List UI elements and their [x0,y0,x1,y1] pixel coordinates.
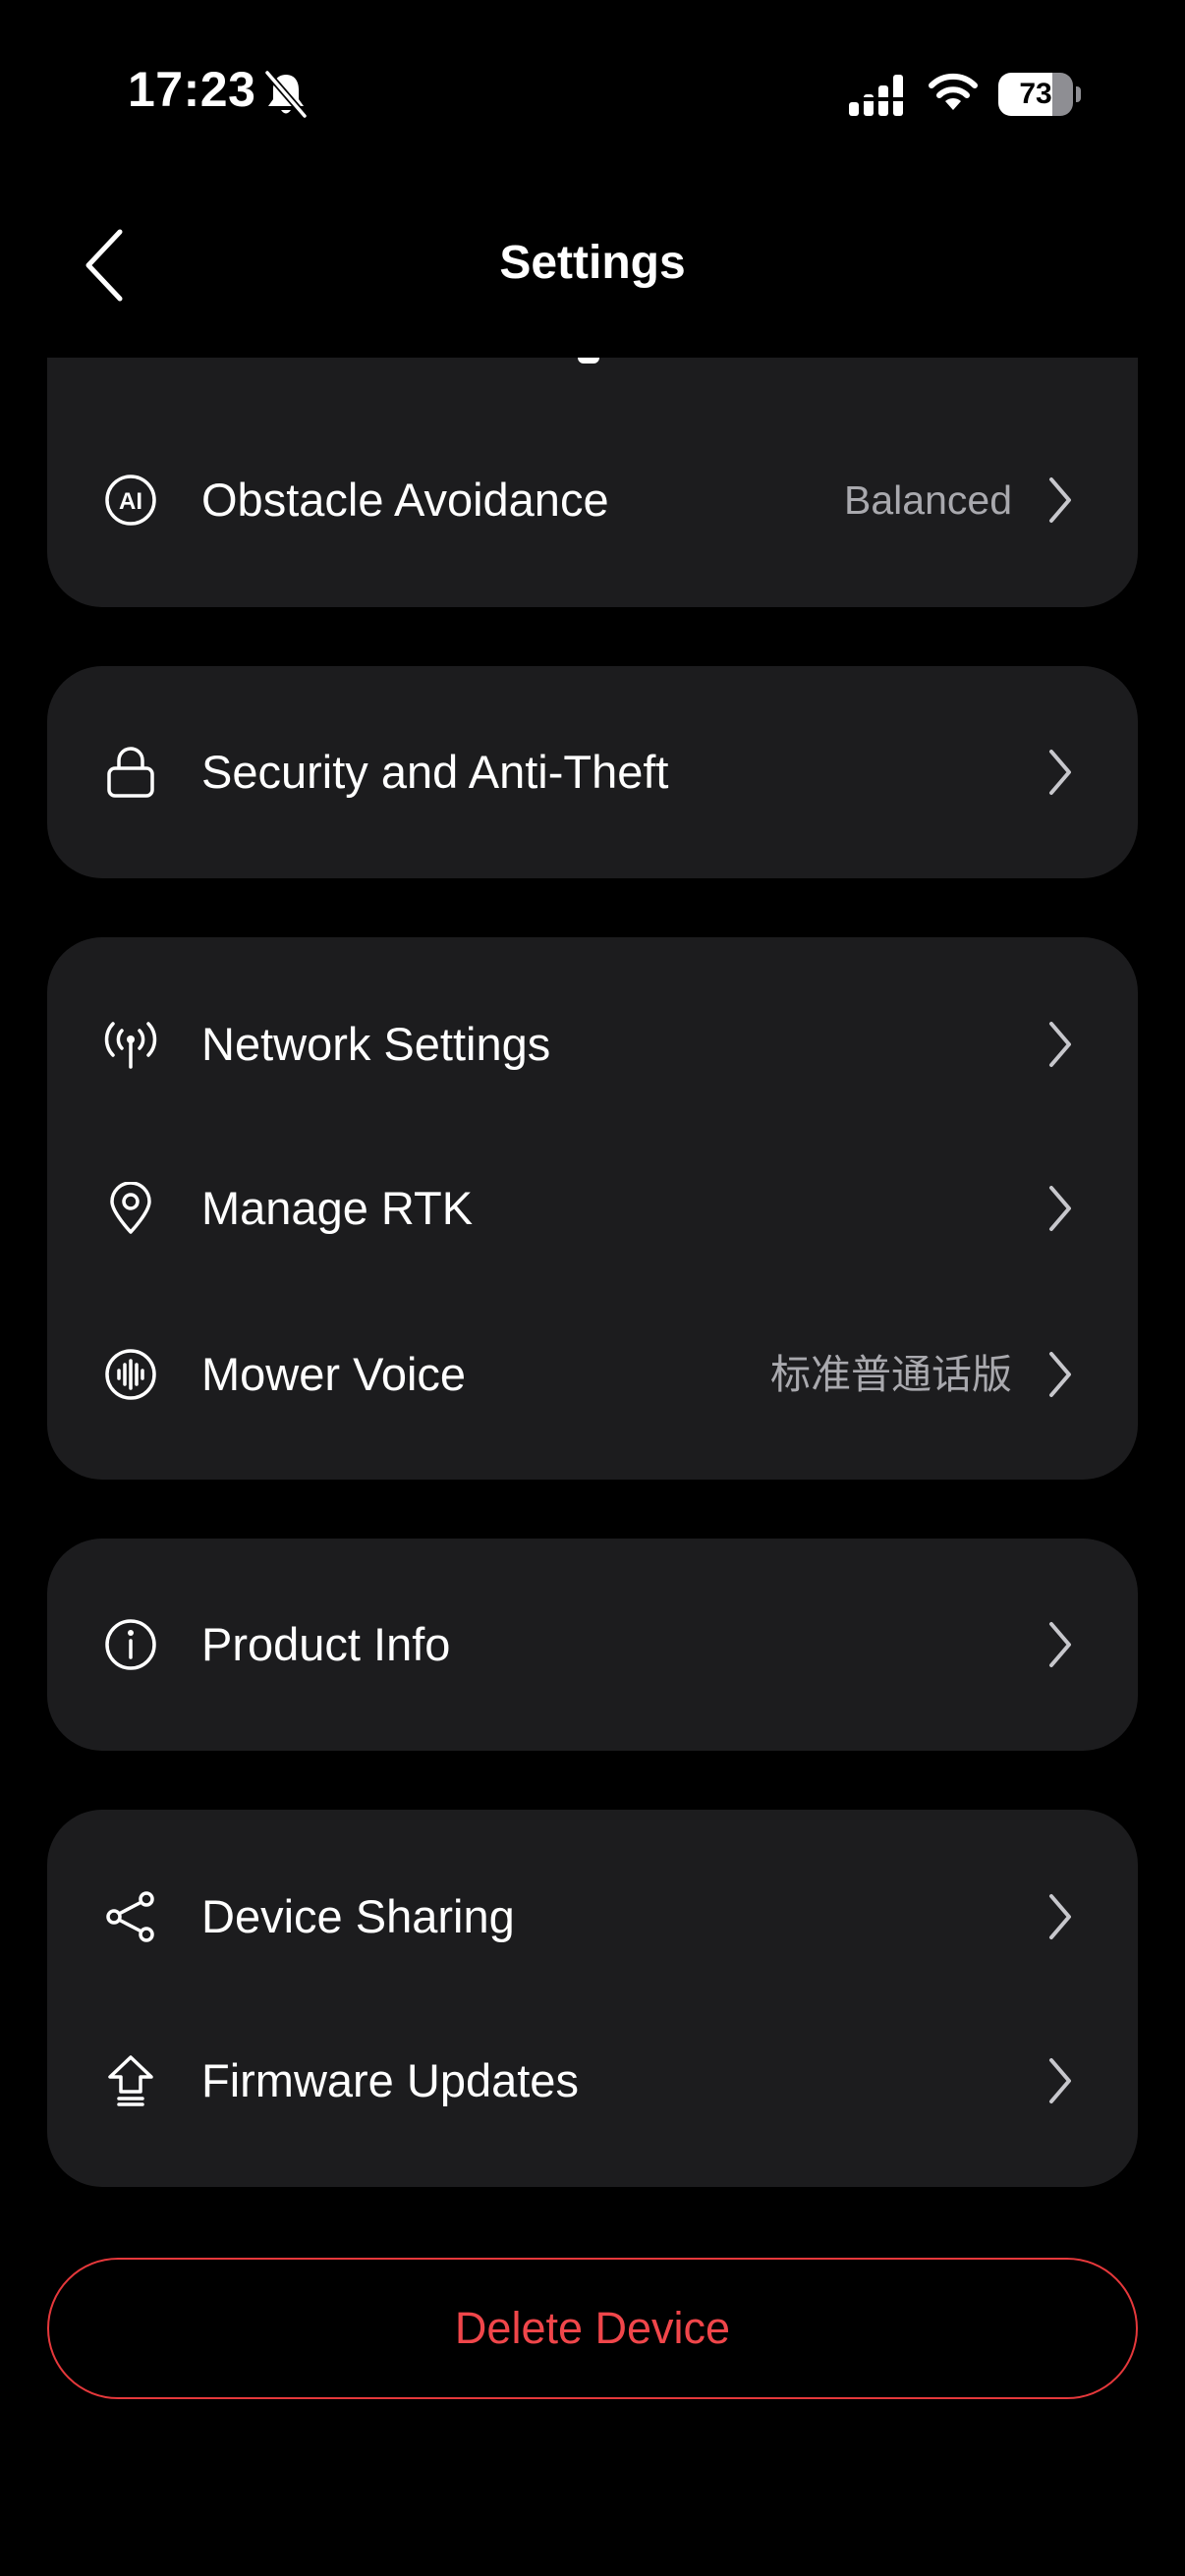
battery-nub [1076,86,1081,102]
row-label: Network Settings [201,1018,551,1070]
row-firmware-updates[interactable]: Firmware Updates [47,2007,1138,2155]
chevron-right-icon [1049,477,1071,523]
row-value: 标准普通话版 [770,1352,1012,1397]
status-time: 17:23 [128,62,256,117]
ai-icon: AI [105,475,156,526]
row-label: Mower Voice [201,1348,467,1400]
row-value: Balanced [844,477,1012,523]
card-product-info: Product Info [47,1539,1138,1751]
row-network-settings[interactable]: Network Settings [47,971,1138,1118]
row-obstacle-avoidance[interactable]: AI Obstacle Avoidance Balanced [47,426,1138,574]
antenna-icon [104,1022,157,1069]
location-pin-icon [110,1182,151,1234]
lock-icon [107,747,154,798]
chevron-right-icon [1049,1894,1071,1939]
row-label: Security and Anti-Theft [201,746,669,798]
chevron-right-icon [1049,1022,1071,1067]
row-mower-voice[interactable]: Mower Voice 标准普通话版 [47,1301,1138,1448]
row-label: Firmware Updates [201,2054,579,2106]
card-device: Device Sharing Firmware Updates [47,1810,1138,2187]
row-label: Product Info [201,1618,451,1670]
upload-arrow-icon [108,2055,153,2106]
card-ai-settings: AI Obstacle Avoidance Balanced [47,358,1138,607]
wifi-icon [929,73,978,110]
delete-device-button[interactable]: Delete Device [47,2258,1138,2399]
scrolled-partial-text [578,358,599,364]
row-label: Device Sharing [201,1890,515,1942]
info-icon [105,1619,156,1670]
row-manage-rtk[interactable]: Manage RTK [47,1135,1138,1282]
row-device-sharing[interactable]: Device Sharing [47,1843,1138,1990]
row-product-info[interactable]: Product Info [47,1571,1138,1718]
chevron-right-icon [1049,1186,1071,1231]
card-network: Network Settings Manage RTK Mower Voice … [47,937,1138,1480]
card-security: Security and Anti-Theft [47,666,1138,878]
battery-level: 73 [1019,78,1052,110]
share-icon [106,1891,154,1942]
page-title: Settings [499,237,686,289]
bell-muted-icon [264,70,308,119]
battery-body: 73 [998,73,1073,116]
chevron-right-icon [1049,2058,1071,2103]
battery-indicator: 73 [998,73,1081,116]
row-security-anti-theft[interactable]: Security and Anti-Theft [47,699,1138,846]
cellular-signal-icon [849,75,903,116]
svg-text:AI: AI [119,488,142,515]
voice-wave-icon [105,1349,156,1400]
chevron-right-icon [1049,1352,1071,1397]
chevron-right-icon [1049,1622,1071,1667]
row-label: Manage RTK [201,1182,474,1234]
chevron-right-icon [1049,750,1071,795]
row-label: Obstacle Avoidance [201,474,609,526]
